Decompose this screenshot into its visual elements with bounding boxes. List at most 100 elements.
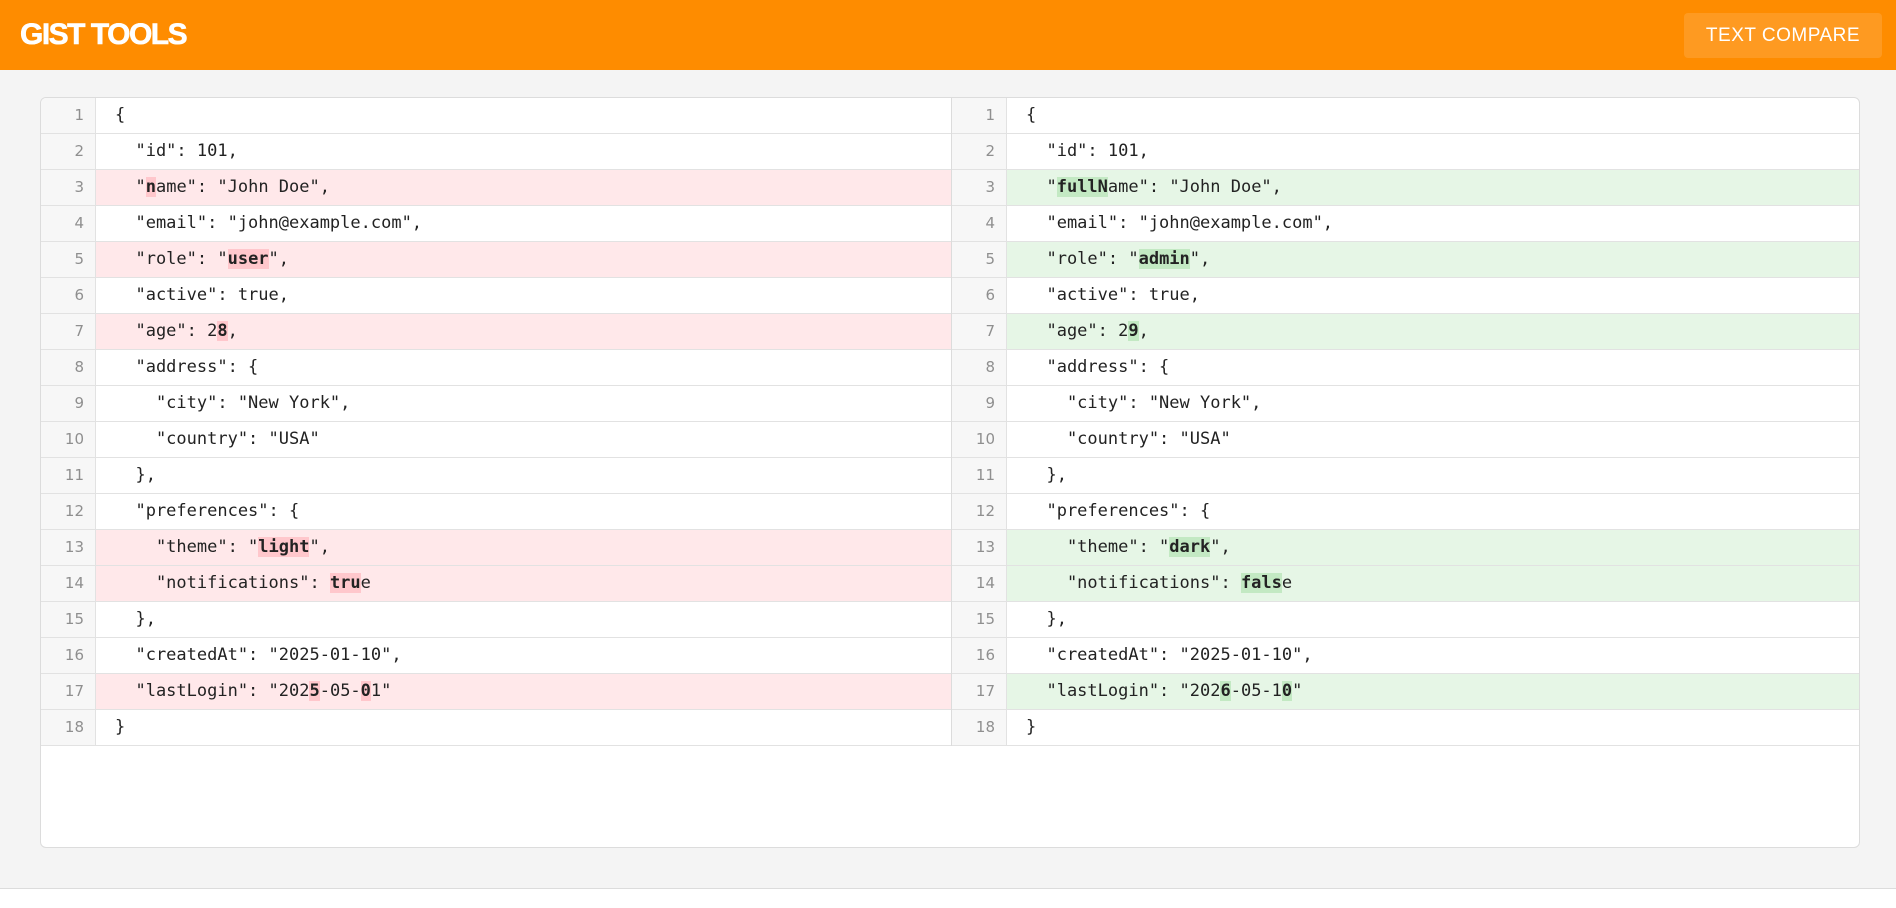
left-diff-line: 15 }, (41, 602, 951, 638)
changed-text: dark (1169, 537, 1211, 557)
line-code[interactable]: "theme": "light", (96, 530, 951, 565)
line-code[interactable]: "country": "USA" (96, 422, 951, 457)
code-text: "city": "New York", (115, 393, 351, 413)
left-diff-line: 8 "address": { (41, 350, 951, 386)
line-number: 18 (952, 710, 1007, 745)
code-text: ", (1210, 537, 1231, 557)
line-code[interactable]: "lastLogin": "2026-05-10" (1007, 674, 1859, 709)
line-number: 9 (952, 386, 1007, 421)
code-text: "country": "USA" (1026, 429, 1231, 449)
line-number: 7 (952, 314, 1007, 349)
line-number: 16 (41, 638, 96, 673)
line-code[interactable]: "role": "admin", (1007, 242, 1859, 277)
line-code[interactable]: }, (1007, 602, 1859, 637)
line-code[interactable]: "preferences": { (1007, 494, 1859, 529)
right-diff-line: 8 "address": { (952, 350, 1859, 386)
line-number: 3 (952, 170, 1007, 205)
line-code[interactable]: "address": { (96, 350, 951, 385)
right-diff-line: 12 "preferences": { (952, 494, 1859, 530)
line-number: 8 (952, 350, 1007, 385)
left-diff-line: 10 "country": "USA" (41, 422, 951, 458)
line-code[interactable]: "notifications": false (1007, 566, 1859, 601)
code-text: 1" (370, 681, 392, 701)
right-diff-line: 10 "country": "USA" (952, 422, 1859, 458)
left-diff-line: 14 "notifications": true (41, 566, 951, 602)
line-code[interactable]: } (1007, 710, 1859, 745)
line-code[interactable]: "email": "john@example.com", (96, 206, 951, 241)
right-diff-line: 5 "role": "admin", (952, 242, 1859, 278)
line-code[interactable]: "city": "New York", (1007, 386, 1859, 421)
line-code[interactable]: } (96, 710, 951, 745)
line-code[interactable]: }, (96, 458, 951, 493)
changed-text: fullN (1056, 177, 1108, 197)
line-code[interactable]: "notifications": true (96, 566, 951, 601)
code-text: "preferences": { (1026, 501, 1211, 521)
line-code[interactable]: }, (96, 602, 951, 637)
line-code[interactable]: "lastLogin": "2025-05-01" (96, 674, 951, 709)
code-text: "active": true, (115, 285, 289, 305)
changed-text: fals (1240, 573, 1282, 593)
right-diff-line: 16 "createdAt": "2025-01-10", (952, 638, 1859, 674)
line-code[interactable]: "active": true, (1007, 278, 1859, 313)
line-code[interactable]: "preferences": { (96, 494, 951, 529)
line-number: 15 (952, 602, 1007, 637)
code-text: ame": "John Doe", (1107, 177, 1282, 197)
line-code[interactable]: "country": "USA" (1007, 422, 1859, 457)
right-diff-line: 1{ (952, 98, 1859, 134)
code-text: "notifications": (1026, 573, 1241, 593)
changed-text: n (145, 177, 156, 197)
code-text: " (115, 177, 146, 197)
code-text: -05-1 (1230, 681, 1282, 701)
code-text: "id": 101, (115, 141, 238, 161)
line-number: 2 (952, 134, 1007, 169)
line-code[interactable]: "name": "John Doe", (96, 170, 951, 205)
right-diff-line: 11 }, (952, 458, 1859, 494)
line-number: 12 (952, 494, 1007, 529)
line-code[interactable]: "age": 28, (96, 314, 951, 349)
original-pane: 1{2 "id": 101, 3 "name": "John Doe", 4 "em… (41, 98, 951, 746)
code-text: "age": 2 (1026, 321, 1129, 341)
code-text: }, (115, 609, 156, 629)
line-code[interactable]: "theme": "dark", (1007, 530, 1859, 565)
line-code[interactable]: "createdAt": "2025-01-10", (96, 638, 951, 673)
line-code[interactable]: "fullName": "John Doe", (1007, 170, 1859, 205)
changed-text: light (258, 537, 310, 557)
line-number: 1 (41, 98, 96, 133)
left-diff-line: 6 "active": true, (41, 278, 951, 314)
line-code[interactable]: "email": "john@example.com", (1007, 206, 1859, 241)
line-number: 6 (41, 278, 96, 313)
line-code[interactable]: "city": "New York", (96, 386, 951, 421)
line-number: 18 (41, 710, 96, 745)
left-diff-line: 2 "id": 101, (41, 134, 951, 170)
right-diff-line: 7 "age": 29, (952, 314, 1859, 350)
line-code[interactable]: "createdAt": "2025-01-10", (1007, 638, 1859, 673)
brand-logo[interactable]: GIST TOOLS (20, 16, 188, 54)
code-text: e (360, 573, 371, 593)
code-text: }, (1026, 465, 1067, 485)
right-diff-line: 9 "city": "New York", (952, 386, 1859, 422)
line-code[interactable]: { (1007, 98, 1859, 133)
line-code[interactable]: { (96, 98, 951, 133)
line-code[interactable]: "id": 101, (1007, 134, 1859, 169)
line-code[interactable]: "active": true, (96, 278, 951, 313)
code-text: " (1026, 177, 1057, 197)
code-text: "email": "john@example.com", (1026, 213, 1334, 233)
line-code[interactable]: "age": 29, (1007, 314, 1859, 349)
line-code[interactable]: "address": { (1007, 350, 1859, 385)
code-text: "address": { (1026, 357, 1170, 377)
line-number: 7 (41, 314, 96, 349)
line-number: 17 (41, 674, 96, 709)
changed-text: user (227, 249, 269, 269)
code-text: ", (1189, 249, 1211, 269)
line-code[interactable]: "role": "user", (96, 242, 951, 277)
top-bar: GIST TOOLS TEXT COMPARE (0, 0, 1896, 70)
changed-text: admin (1138, 249, 1190, 269)
changed-text: 0 (360, 681, 371, 701)
code-text: { (1026, 105, 1037, 125)
line-number: 10 (952, 422, 1007, 457)
line-code[interactable]: "id": 101, (96, 134, 951, 169)
code-text: "theme": " (115, 537, 259, 557)
line-code[interactable]: }, (1007, 458, 1859, 493)
left-diff-line: 17 "lastLogin": "2025-05-01" (41, 674, 951, 710)
text-compare-button[interactable]: TEXT COMPARE (1684, 13, 1882, 58)
